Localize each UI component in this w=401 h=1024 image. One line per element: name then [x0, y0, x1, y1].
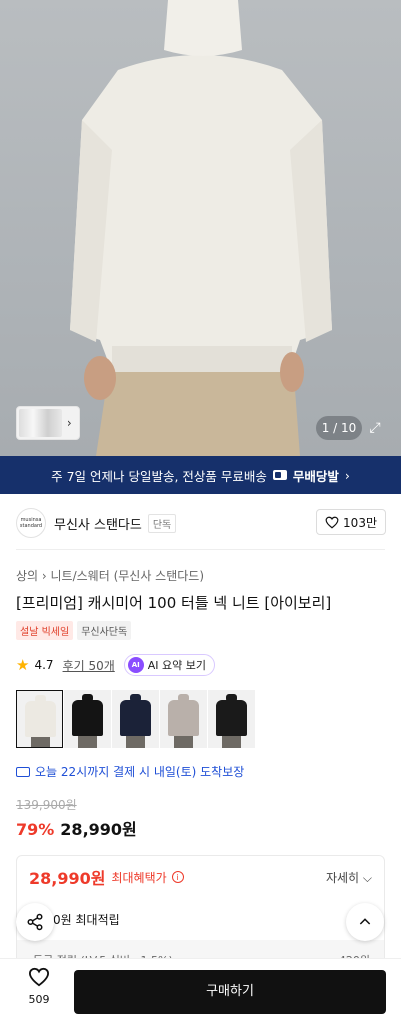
shipping-banner[interactable]: 주 7일 언제나 당일발송, 전상품 무료배송 무배당발 › — [0, 456, 401, 494]
swatch-pants — [174, 736, 193, 748]
buy-button[interactable]: 구매하기 — [74, 970, 386, 1014]
brand-row[interactable]: musinsa standard 무신사 스탠다드 단독 103만 — [16, 506, 386, 540]
exclusive-tag: 무신사단독 — [77, 621, 132, 640]
swatch-sweater — [25, 701, 56, 737]
divider — [16, 549, 385, 550]
brand-like-count: 103만 — [343, 515, 377, 530]
image-thumbnail-strip[interactable]: › — [16, 406, 80, 440]
info-icon[interactable]: i — [171, 871, 184, 883]
star-icon: ★ — [16, 655, 30, 674]
swatch-sweater — [72, 700, 103, 736]
swatch-sweater — [168, 700, 199, 736]
thumbnail-image — [19, 409, 62, 437]
color-swatch[interactable] — [208, 690, 255, 748]
color-swatch[interactable] — [112, 690, 159, 748]
sale-tag: 설날 빅세일 — [16, 621, 74, 640]
brand-name[interactable]: 무신사 스탠다드 — [54, 514, 142, 533]
banner-text: 주 7일 언제나 당일발송, 전상품 무료배송 — [51, 468, 267, 484]
color-swatch[interactable] — [64, 690, 111, 748]
heart-icon — [325, 516, 339, 528]
color-swatch[interactable] — [160, 690, 207, 748]
benefit-header[interactable]: 28,990원 최대혜택가 i 자세히 ⌵ — [17, 856, 384, 898]
ai-icon: AI — [127, 657, 144, 673]
sale-price: 28,990원 — [60, 820, 137, 839]
product-title: [프리미엄] 캐시미어 100 터틀 넥 니트 [아이보리] — [16, 594, 332, 612]
swatch-neck — [35, 695, 46, 703]
brand-logo[interactable]: musinsa standard — [16, 508, 46, 538]
max-benefit-price: 28,990원 — [29, 869, 106, 888]
detail-toggle[interactable]: 자세히 ⌵ — [326, 869, 372, 886]
reviews-link[interactable]: 후기 50개 — [63, 657, 115, 674]
banner-badge: 무배당발 — [292, 468, 339, 484]
brand-like-button[interactable]: 103만 — [316, 509, 386, 535]
wishlist-count: 509 — [28, 993, 50, 1006]
ai-summary-label: AI 요약 보기 — [147, 659, 207, 672]
swatch-pants — [78, 736, 97, 748]
swatch-pants — [31, 737, 50, 747]
brand-exclusive-tag: 단독 — [147, 513, 177, 533]
share-button[interactable] — [16, 903, 54, 941]
ai-summary-button[interactable]: AI AI 요약 보기 — [123, 654, 216, 676]
discount-rate: 79% — [16, 820, 55, 839]
swatch-pants — [126, 736, 145, 748]
max-benefit-label: 최대혜택가 — [111, 870, 167, 885]
delivery-truck-icon — [16, 766, 30, 777]
product-hero-image[interactable]: › 1 / 10 ⤢ — [0, 0, 401, 456]
color-swatch-list — [16, 690, 255, 748]
truck-icon — [272, 470, 287, 480]
original-price: 139,900원 — [16, 798, 77, 812]
swatch-neck — [178, 694, 189, 702]
swatch-neck — [130, 694, 141, 702]
swatch-neck — [82, 694, 93, 702]
swatch-sweater — [216, 700, 247, 736]
color-swatch[interactable] — [16, 690, 63, 748]
delivery-text: 오늘 22시까지 결제 시 내일(토) 도착보장 — [35, 765, 245, 779]
scroll-top-button[interactable] — [346, 903, 384, 941]
heart-icon — [28, 967, 50, 987]
delivery-guarantee: 오늘 22시까지 결제 시 내일(토) 도착보장 — [16, 763, 244, 780]
rating-value: 4.7 — [34, 658, 54, 672]
chevron-right-icon: › — [66, 416, 72, 430]
rating-row: ★ 4.7 후기 50개 AI AI 요약 보기 — [16, 654, 216, 676]
share-icon — [27, 913, 43, 931]
max-points: 0원 최대적립 — [53, 913, 120, 927]
expand-icon[interactable]: ⤢ — [364, 416, 386, 440]
price-row: 79% 28,990원 — [16, 816, 137, 840]
chevron-right-icon: › — [344, 467, 350, 483]
image-counter: 1 / 10 — [316, 416, 362, 440]
breadcrumb[interactable]: 상의 › 니트/스웨터 (무신사 스탠다드) — [16, 567, 204, 584]
chevron-up-icon — [359, 918, 371, 925]
swatch-sweater — [120, 700, 151, 736]
product-tags: 설날 빅세일 무신사단독 — [16, 621, 132, 640]
swatch-pants — [222, 736, 241, 748]
swatch-neck — [226, 694, 237, 702]
product-photo-illustration — [70, 0, 332, 456]
bottom-action-bar: 509 구매하기 — [0, 958, 401, 1024]
wishlist-button[interactable]: 509 — [22, 967, 56, 1006]
